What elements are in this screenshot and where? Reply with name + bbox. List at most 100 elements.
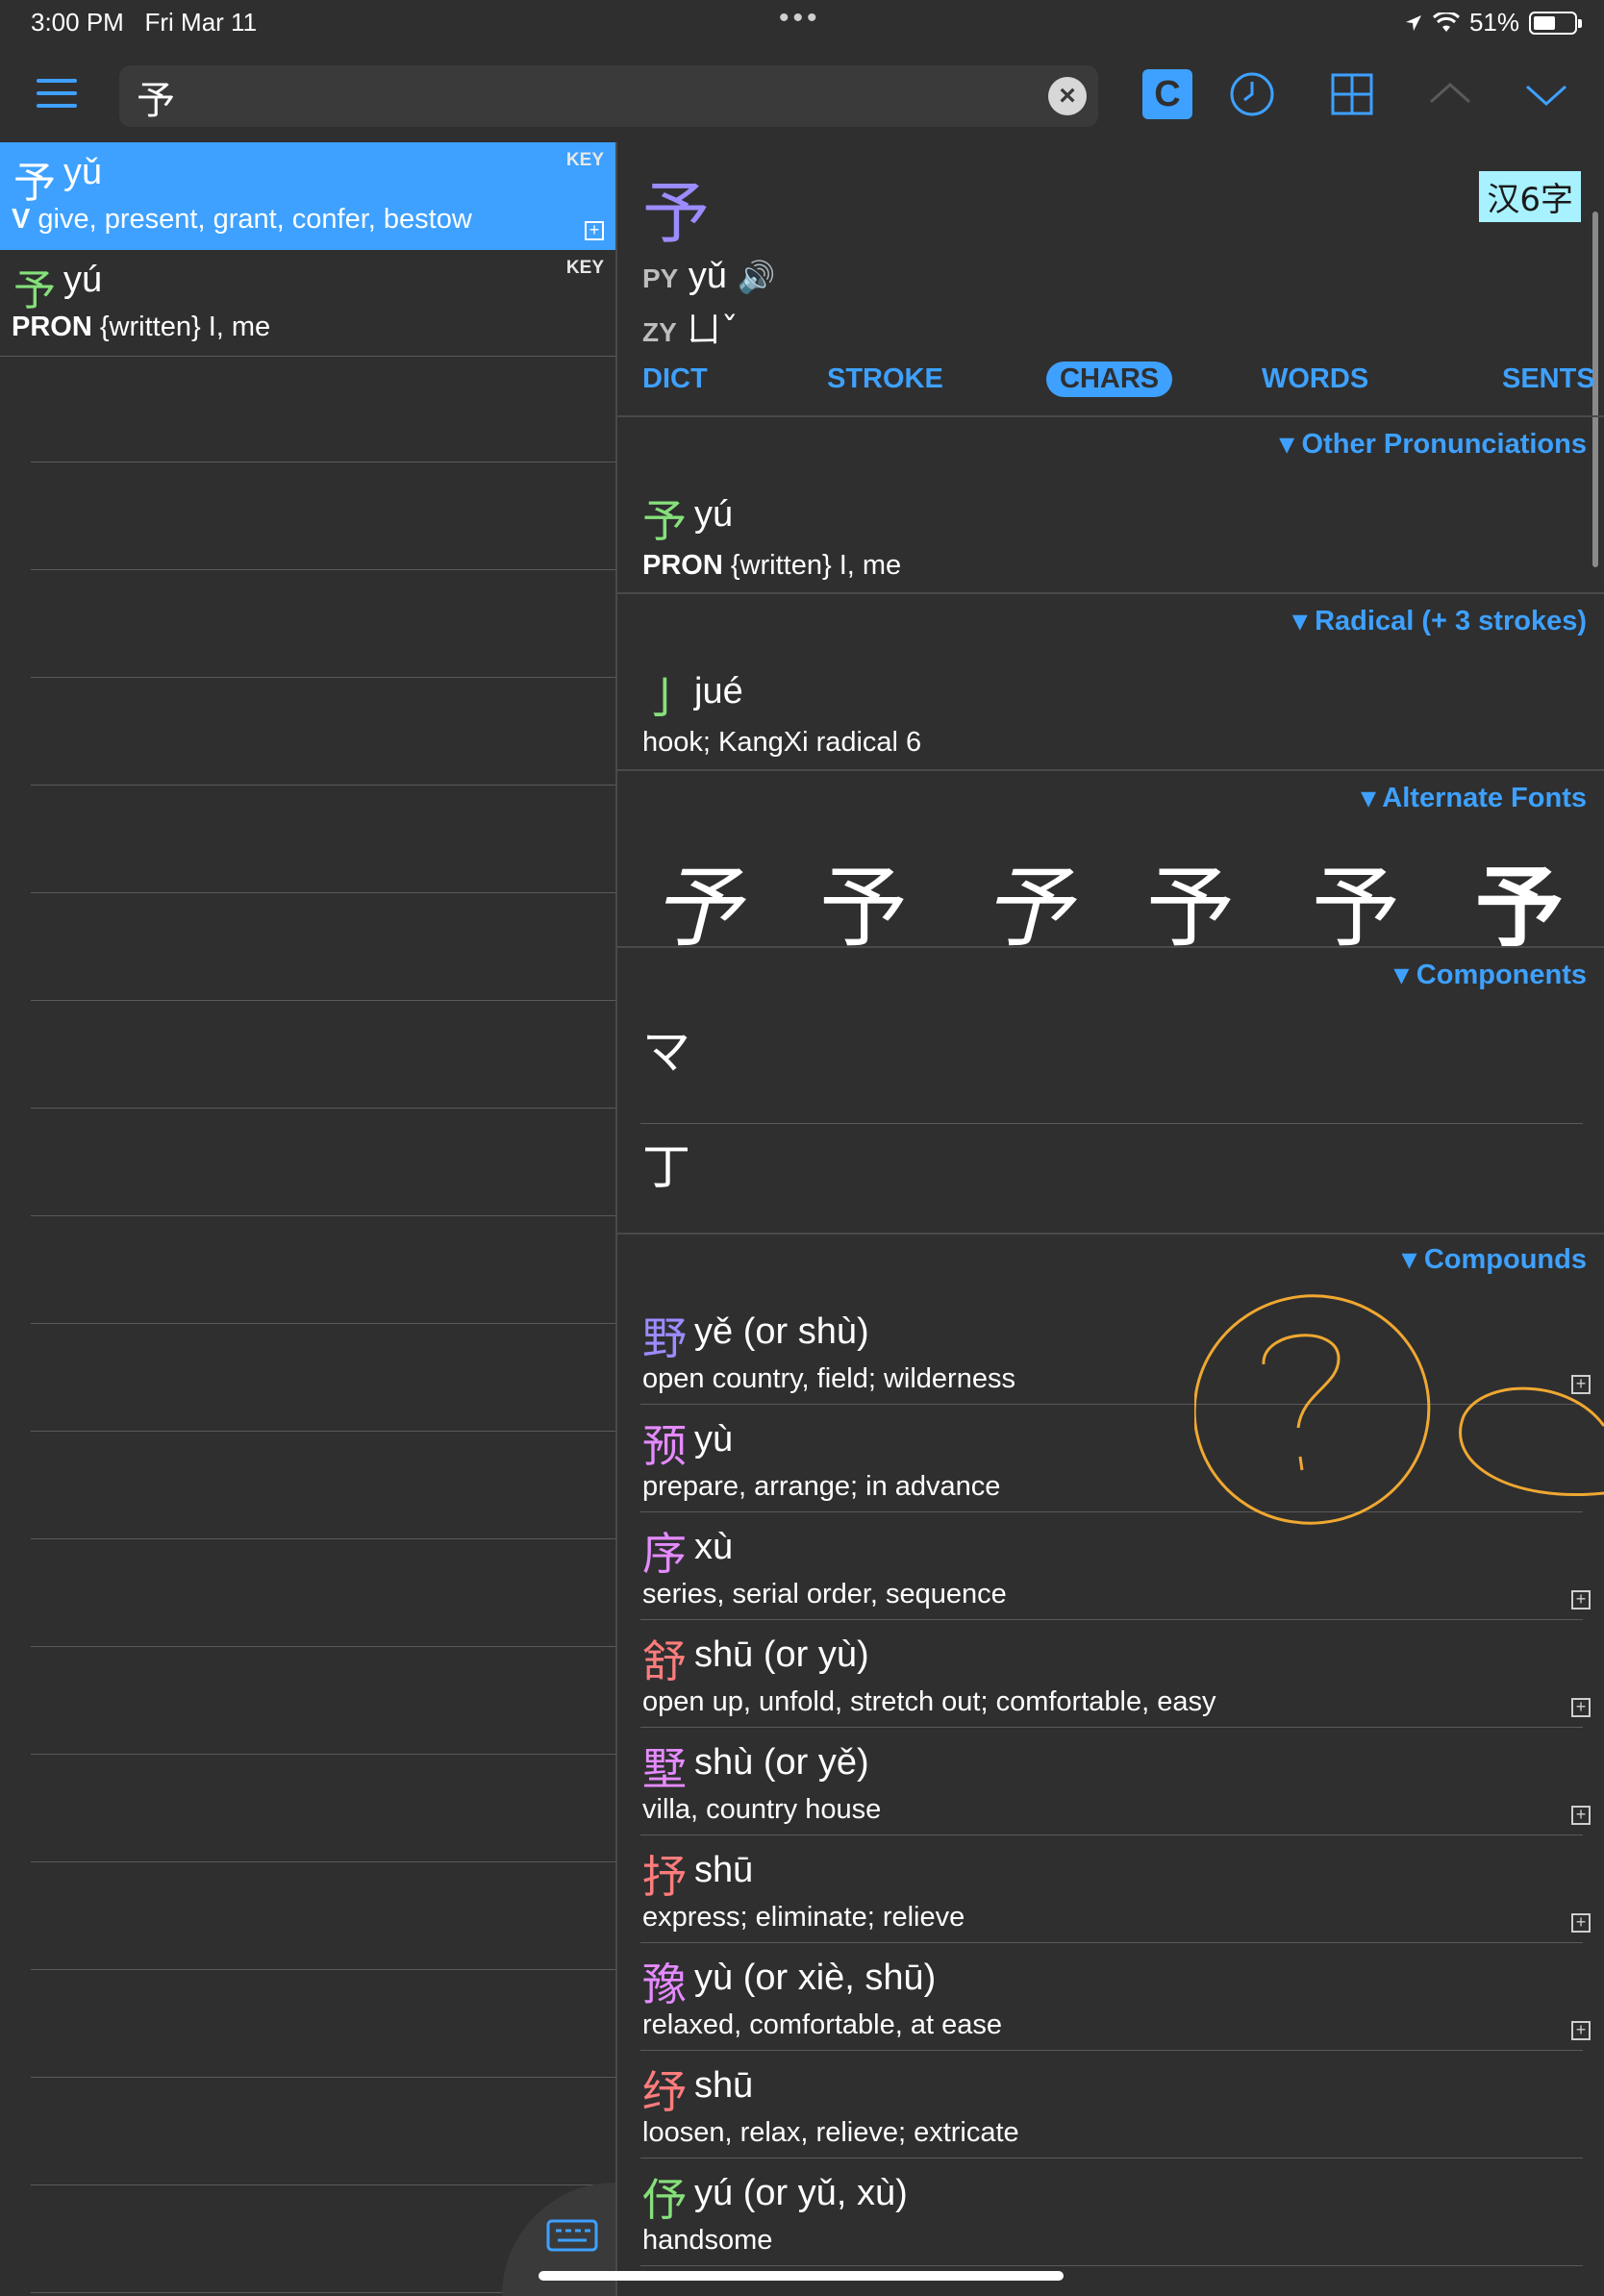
- key-badge: KEY: [565, 150, 604, 170]
- status-bar: 3:00 PM Fri Mar 11 ••• 51%: [0, 0, 1604, 48]
- list-item[interactable]: 予 yǔ KEY V give, present, grant, confer,…: [0, 142, 615, 250]
- search-bar[interactable]: ×: [119, 65, 1098, 127]
- tab-chars[interactable]: CHARS: [1046, 362, 1173, 397]
- toolbar: × C: [0, 48, 1604, 142]
- compound-definition: relaxed, comfortable, at ease: [642, 2009, 1002, 2040]
- headword-pinyin: yǔ: [688, 256, 728, 296]
- compound-hanzi: 序: [642, 1528, 687, 1580]
- chevron-down-icon[interactable]: [1521, 69, 1571, 119]
- compound-pinyin: yě (or shù): [694, 1311, 869, 1352]
- results-list: 予 yǔ KEY V give, present, grant, confer,…: [0, 142, 617, 2296]
- battery-icon: [1529, 11, 1582, 35]
- compound-definition: loosen, relax, relieve; extricate: [642, 2117, 1019, 2148]
- compound-hanzi: 预: [642, 1420, 687, 1472]
- compound-hanzi: 抒: [642, 1851, 687, 1903]
- components-header[interactable]: ▾ Components: [1394, 958, 1587, 991]
- speaker-icon[interactable]: 🔊: [738, 260, 776, 294]
- divider: [31, 1215, 615, 1216]
- entry-hanzi: 予: [642, 495, 687, 547]
- add-flashcard-icon[interactable]: +: [1571, 1590, 1591, 1610]
- compound-definition: prepare, arrange; in advance: [642, 1471, 1001, 1502]
- compound-pinyin: yù: [694, 1419, 734, 1460]
- compound-pinyin: xù: [694, 1527, 734, 1567]
- divider: [0, 356, 615, 357]
- divider: [640, 2265, 1583, 2266]
- zhuyin-row: ZY ㄩˇ: [642, 302, 739, 352]
- divider: [31, 1000, 615, 1001]
- compound-hanzi: 野: [642, 1312, 687, 1364]
- tab-sents[interactable]: SENTS: [1489, 362, 1604, 397]
- compounds-header[interactable]: ▾ Compounds: [1402, 1242, 1587, 1276]
- battery-percent: 51%: [1468, 8, 1519, 37]
- key-badge: KEY: [565, 258, 604, 278]
- divider: [617, 415, 1604, 417]
- divider: [640, 2050, 1583, 2051]
- headword-hanzi: 予: [642, 174, 710, 253]
- compound-pinyin: yú (or yǔ, xù): [694, 2173, 908, 2213]
- entry-definition: {written} I, me: [730, 550, 902, 581]
- entry-pos: PRON: [12, 312, 92, 342]
- detail-tabs: DICT STROKE CHARS WORDS SENTS: [642, 362, 1604, 404]
- list-item[interactable]: 予 yú KEY PRON {written} I, me: [0, 250, 615, 354]
- menu-icon[interactable]: [37, 79, 77, 110]
- add-flashcard-icon[interactable]: +: [1571, 1913, 1591, 1933]
- tab-dict[interactable]: DICT: [629, 362, 721, 397]
- add-flashcard-icon[interactable]: +: [585, 221, 604, 240]
- entry-pinyin: yǔ: [63, 152, 103, 192]
- radical-definition: hook; KangXi radical 6: [642, 727, 922, 758]
- component-item[interactable]: 丁: [642, 1129, 690, 1198]
- add-flashcard-icon[interactable]: +: [1571, 2021, 1591, 2040]
- compound-pinyin: shù (or yě): [694, 1742, 869, 1783]
- home-indicator[interactable]: [539, 2271, 1064, 2281]
- other-pronunciations-header[interactable]: ▾ Other Pronunciations: [1280, 427, 1587, 461]
- compound-definition: express; eliminate; relieve: [642, 1902, 965, 1933]
- compound-hanzi: 纾: [642, 2066, 687, 2118]
- entry-definition: {written} I, me: [99, 312, 271, 342]
- divider: [31, 785, 615, 786]
- add-flashcard-icon[interactable]: [1327, 69, 1377, 119]
- entry-hanzi: 予: [13, 159, 56, 208]
- divider: [617, 946, 1604, 948]
- divider: [31, 1969, 615, 1970]
- divider: [31, 1431, 615, 1432]
- detail-pane: 予 汉6字 PY yǔ 🔊 ZY ㄩˇ DICT STROKE CHARS WO…: [617, 142, 1604, 2296]
- compound-pinyin: shū: [694, 1850, 754, 1890]
- compound-hanzi: 伃: [642, 2174, 687, 2226]
- history-clock-icon[interactable]: [1227, 69, 1277, 119]
- compound-definition: open up, unfold, stretch out; comfortabl…: [642, 1686, 1216, 1717]
- divider: [640, 2158, 1583, 2159]
- radical-header[interactable]: ▾ Radical (+ 3 strokes): [1293, 604, 1588, 637]
- clear-search-button[interactable]: ×: [1048, 77, 1087, 115]
- hsk-badge: 汉6字: [1479, 171, 1581, 222]
- chevron-up-icon[interactable]: [1425, 69, 1475, 119]
- divider: [640, 1619, 1583, 1620]
- search-input[interactable]: [135, 71, 1004, 123]
- tab-words[interactable]: WORDS: [1248, 362, 1382, 397]
- entry-hanzi: 予: [13, 266, 56, 315]
- tab-stroke[interactable]: STROKE: [814, 362, 957, 397]
- compound-pinyin: shū (or yù): [694, 1635, 869, 1675]
- compound-pinyin: yù (or xiè, shū): [694, 1958, 937, 1998]
- entry-definition: give, present, grant, confer, bestow: [38, 204, 472, 235]
- alternate-fonts-header[interactable]: ▾ Alternate Fonts: [1362, 781, 1587, 814]
- compound-hanzi: 墅: [642, 1743, 687, 1795]
- handwritten-annotation: [1194, 1294, 1604, 1525]
- py-label: PY: [642, 263, 679, 293]
- divider: [31, 1323, 615, 1324]
- component-item[interactable]: マ: [642, 1013, 690, 1083]
- radical-pinyin: jué: [694, 671, 743, 711]
- divider: [31, 1754, 615, 1755]
- pinyin-row: PY yǔ 🔊: [642, 256, 775, 297]
- compound-pinyin: shū: [694, 2065, 754, 2106]
- add-flashcard-icon[interactable]: +: [1571, 1698, 1591, 1717]
- char-mode-button[interactable]: C: [1142, 69, 1192, 119]
- compound-hanzi: 舒: [642, 1635, 687, 1687]
- headword-zhuyin: ㄩˇ: [686, 311, 739, 350]
- add-flashcard-icon[interactable]: +: [1571, 1806, 1591, 1825]
- zy-label: ZY: [642, 317, 677, 347]
- divider: [617, 592, 1604, 594]
- multitasking-dots[interactable]: •••: [779, 2, 821, 35]
- divider: [31, 1861, 615, 1862]
- entry-pos: V: [12, 204, 31, 235]
- divider: [640, 1834, 1583, 1835]
